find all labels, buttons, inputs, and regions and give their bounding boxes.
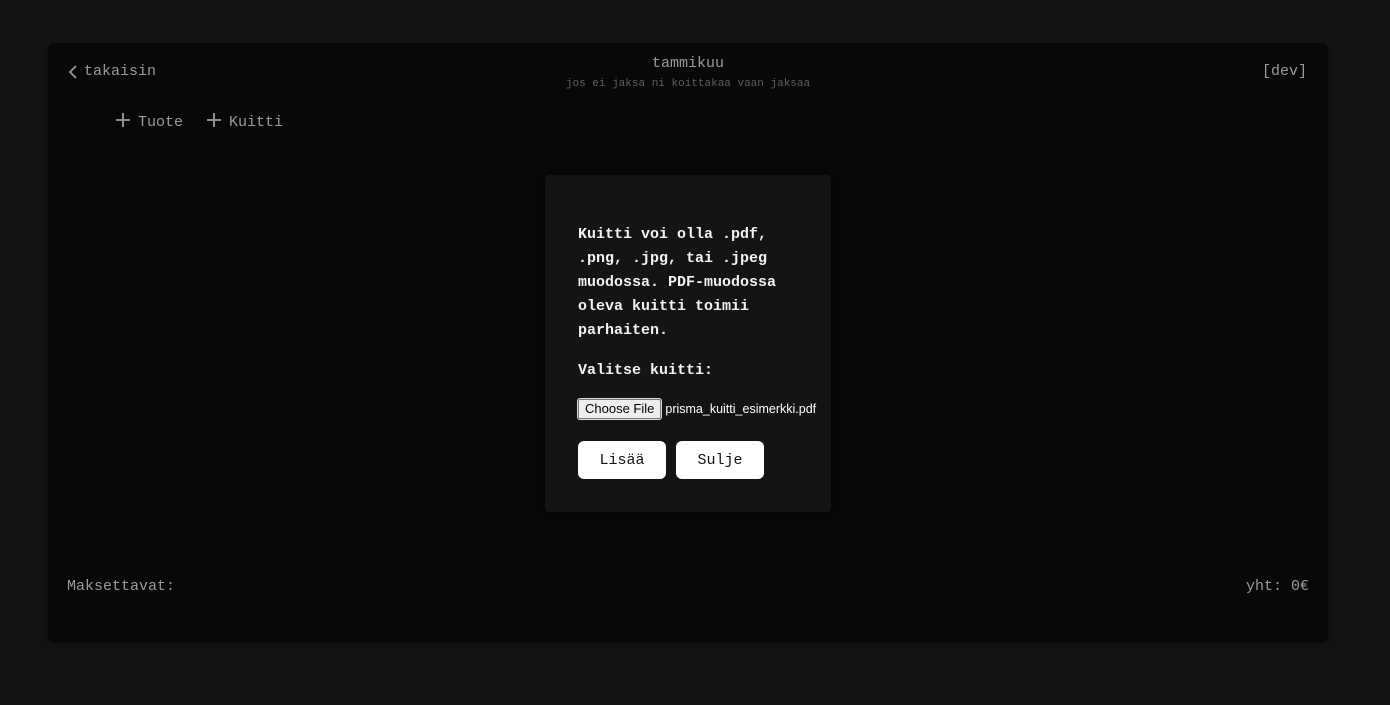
total-label: yht: 0€: [1245, 578, 1309, 595]
close-button[interactable]: Sulje: [676, 441, 764, 479]
payables-label: Maksettavat:: [67, 578, 176, 595]
add-receipt-button[interactable]: Kuitti: [207, 113, 283, 132]
plus-icon: [207, 113, 222, 132]
add-product-button[interactable]: Tuote: [116, 113, 183, 132]
receipt-format-info: Kuitti voi olla .pdf, .png, .jpg, tai .j…: [578, 226, 777, 339]
action-bar: Tuote Kuitti: [116, 113, 283, 132]
page-subtitle: jos ei jaksa ni koittakaa vaan jaksaa: [565, 78, 811, 90]
choose-file-button[interactable]: Choose File: [576, 398, 663, 420]
add-button[interactable]: Lisää: [578, 441, 666, 479]
add-product-label: Tuote: [138, 114, 184, 131]
add-receipt-label: Kuitti: [229, 114, 284, 131]
env-tag: [dev]: [1261, 63, 1307, 80]
plus-icon: [116, 113, 130, 132]
page-title: tammikuu: [651, 55, 724, 72]
page-header: tammikuu jos ei jaksa ni koittakaa vaan …: [48, 55, 1328, 91]
file-input: Choose File prisma_kuitti_esimerkki.pdf: [576, 398, 817, 420]
dialog-buttons: Lisää Sulje: [578, 441, 764, 479]
select-receipt-label: Valitse kuitti:: [578, 362, 714, 379]
selected-file-name: prisma_kuitti_esimerkki.pdf: [665, 402, 817, 416]
receipt-upload-dialog: Kuitti voi olla .pdf, .png, .jpg, tai .j…: [545, 175, 831, 512]
